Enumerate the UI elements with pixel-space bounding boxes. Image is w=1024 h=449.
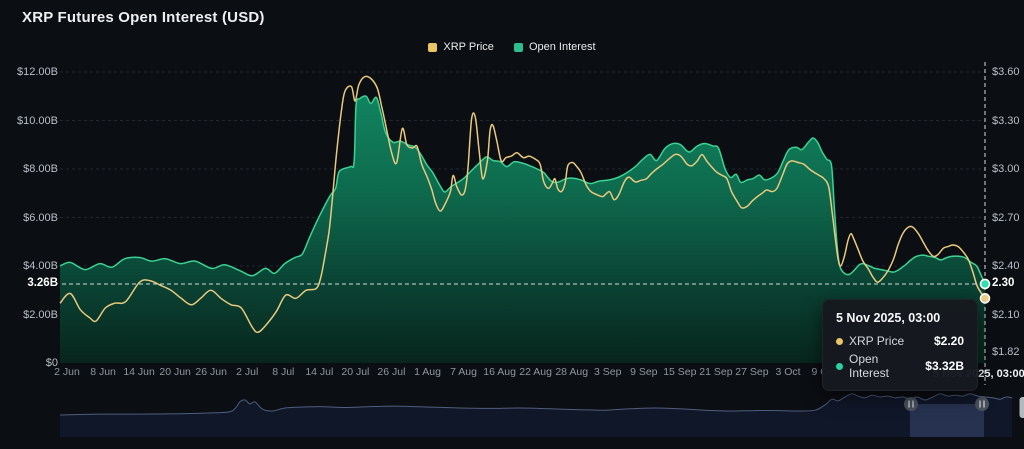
- tooltip-row: XRP Price $2.20: [836, 334, 964, 348]
- chart-container: XRP Futures Open Interest (USD) XRP Pric…: [0, 0, 1024, 449]
- tooltip: 5 Nov 2025, 03:00 XRP Price $2.20 Open Int…: [822, 299, 978, 391]
- x-axis-label: 21 Sep: [699, 366, 732, 378]
- x-axis-label: 9 Sep: [630, 366, 657, 378]
- xrp-price-swatch-icon: [428, 43, 437, 52]
- x-axis-label: 7 Aug: [450, 366, 477, 378]
- tooltip-row: Open Interest $3.32B: [836, 352, 964, 380]
- x-axis-label: 8 Jun: [90, 366, 116, 378]
- x-axis-label: 3 Sep: [594, 366, 621, 378]
- legend-label: Open Interest: [529, 41, 596, 53]
- x-axis-label: 14 Jun: [123, 366, 155, 378]
- y-axis-label-right: $3.60: [992, 66, 1020, 78]
- y-axis-label-left: $8.00B: [6, 163, 58, 175]
- y-axis-label-right: $1.82: [992, 346, 1020, 358]
- y-axis-label-left: $4.00B: [6, 260, 58, 272]
- x-axis-label: 3 Oct: [775, 366, 800, 378]
- tooltip-series-value: $2.20: [934, 334, 964, 348]
- y-axis-label-right: $3.30: [992, 115, 1020, 127]
- navigator-area: [60, 394, 1012, 437]
- x-axis-label: 1 Aug: [414, 366, 441, 378]
- legend-item-xrp-price[interactable]: XRP Price: [428, 41, 494, 53]
- crosshair-price-value-label: 2.30: [992, 277, 1014, 289]
- x-axis-label: 22 Aug: [519, 366, 552, 378]
- open-interest-marker-dot: [981, 279, 990, 288]
- x-axis-label: 27 Sep: [735, 366, 768, 378]
- tooltip-series-dot-icon: [836, 338, 843, 345]
- y-axis-label-right: $2.10: [992, 309, 1020, 321]
- tooltip-series-label: Open Interest: [849, 352, 919, 380]
- y-axis-label-left: $0: [6, 357, 58, 369]
- tooltip-series-dot-icon: [836, 363, 843, 370]
- y-axis-label-right: $2.40: [992, 260, 1020, 272]
- navigator-brush[interactable]: [910, 404, 984, 437]
- x-axis-label: 16 Aug: [483, 366, 516, 378]
- y-axis-label-right: $3.00: [992, 163, 1020, 175]
- x-axis-label: 2 Jul: [236, 366, 258, 378]
- y-axis-label-left: $6.00B: [6, 212, 58, 224]
- navigator-handle-left[interactable]: [904, 397, 918, 411]
- y-axis-label-left: $2.00B: [6, 309, 58, 321]
- page-title: XRP Futures Open Interest (USD): [22, 9, 265, 26]
- y-axis-label-left: $12.00B: [6, 66, 58, 78]
- open-interest-swatch-icon: [514, 43, 523, 52]
- navigator-handle-right[interactable]: [975, 397, 989, 411]
- crosshair-oi-value-label: 3.26B: [6, 277, 58, 289]
- y-axis-label-right: $2.70: [992, 212, 1020, 224]
- x-axis-label: 15 Sep: [663, 366, 696, 378]
- tooltip-series-value: $3.32B: [925, 359, 964, 373]
- x-axis-label: 8 Jul: [272, 366, 294, 378]
- x-axis-label: 20 Jun: [159, 366, 191, 378]
- x-axis-label: 28 Aug: [555, 366, 588, 378]
- x-axis-label: 26 Jun: [195, 366, 227, 378]
- legend: XRP Price Open Interest: [0, 41, 1024, 53]
- navigator[interactable]: [60, 394, 1024, 437]
- x-axis-label: 26 Jul: [377, 366, 405, 378]
- legend-item-open-interest[interactable]: Open Interest: [514, 41, 596, 53]
- y-axis-label-left: $10.00B: [6, 115, 58, 127]
- scroll-handle[interactable]: [1020, 397, 1024, 418]
- xrp-price-marker-dot: [981, 294, 990, 303]
- tooltip-title: 5 Nov 2025, 03:00: [836, 311, 964, 325]
- legend-label: XRP Price: [443, 41, 494, 53]
- x-axis-label: 2 Jun: [54, 366, 80, 378]
- x-axis-label: 20 Jul: [341, 366, 369, 378]
- x-axis-label: 14 Jul: [305, 366, 333, 378]
- tooltip-series-label: XRP Price: [849, 334, 904, 348]
